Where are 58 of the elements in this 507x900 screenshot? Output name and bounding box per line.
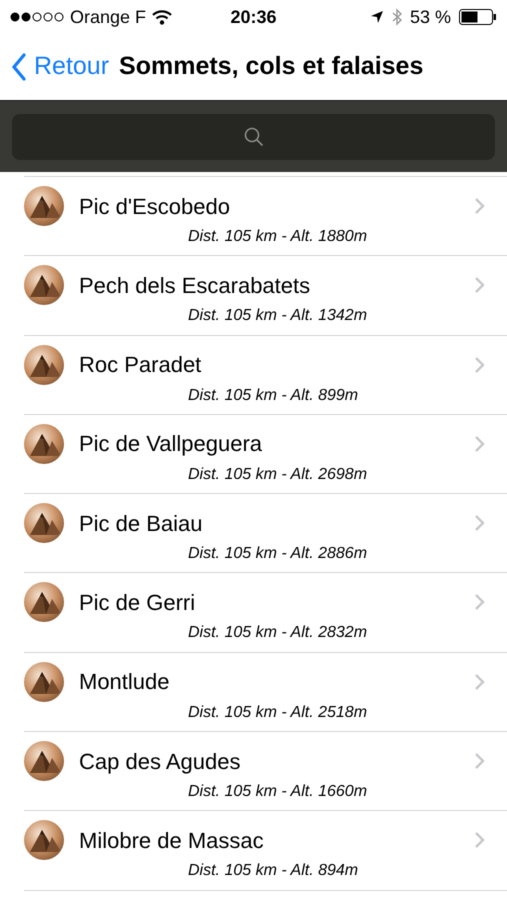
search-field[interactable] <box>12 114 495 160</box>
list-item[interactable]: Montlude Dist. 105 km - Alt. 2518m <box>24 652 507 732</box>
battery-icon <box>459 9 497 25</box>
peak-detail: Dist. 105 km - Alt. 2518m <box>188 702 368 723</box>
peak-detail: Dist. 105 km - Alt. 2698m <box>188 464 368 485</box>
clock-time: 20:36 <box>229 6 278 28</box>
list-item[interactable]: Roc Paradet Dist. 105 km - Alt. 899m <box>24 336 507 415</box>
list-item[interactable]: Milobre de Massac Dist. 105 km - Alt. 894m <box>24 811 507 891</box>
chevron-icon <box>474 356 485 374</box>
peak-name: Montlude <box>79 668 171 696</box>
mountain-icon <box>24 503 64 544</box>
list-item[interactable]: Pic d'Escobedo Dist. 105 km - Alt. 1880m <box>24 177 507 256</box>
mountain-icon <box>24 820 64 860</box>
peak-detail: Dist. 105 km - Alt. 1880m <box>188 227 368 247</box>
peak-detail: Dist. 105 km - Alt. 2832m <box>188 623 368 644</box>
back-button[interactable]: Retour <box>12 48 110 86</box>
list-item[interactable]: Pic de Baiau Dist. 105 km - Alt. 2886m <box>24 494 507 574</box>
page-title: Sommets, cols et falaises <box>119 51 424 82</box>
wifi-icon <box>152 10 172 24</box>
mountain-icon <box>24 582 64 622</box>
peak-detail: Dist. 105 km - Alt. 1660m <box>188 782 368 802</box>
list-item[interactable]: Cap des Agudes Dist. 105 km - Alt. 1660m <box>24 732 507 812</box>
carrier-name: Orange F <box>70 6 146 29</box>
peak-name: Pech dels Escarabatets <box>79 272 312 300</box>
peak-name: Milobre de Massac <box>79 826 265 855</box>
chevron-icon <box>474 276 485 294</box>
mountain-icon <box>24 265 64 306</box>
peak-detail: Dist. 105 km - Alt. 894m <box>188 861 360 882</box>
bluetooth-icon <box>392 8 402 26</box>
mountain-icon <box>24 344 64 385</box>
back-chevron-icon <box>12 53 26 81</box>
mountain-icon <box>24 186 64 226</box>
mountain-icon <box>24 662 64 702</box>
battery-percent: 53 % <box>410 6 451 28</box>
location-arrow-icon <box>370 10 384 24</box>
chevron-icon <box>474 197 485 215</box>
chevron-icon <box>474 514 485 532</box>
chevron-icon <box>474 434 485 453</box>
search-icon <box>244 126 264 146</box>
list-item[interactable]: Pech dels Escarabatets Dist. 105 km - Alt. 1342m <box>24 256 507 336</box>
chevron-icon <box>474 672 485 691</box>
mountain-icon <box>24 741 64 782</box>
peak-name: Pic d'Escobedo <box>79 192 231 220</box>
peak-detail: Dist. 105 km - Alt. 899m <box>188 386 360 406</box>
peak-name: Cap des Agudes <box>79 748 242 776</box>
peak-detail: Dist. 105 km - Alt. 2886m <box>188 544 368 564</box>
peak-name: Pic de Gerri <box>79 588 196 617</box>
list-item[interactable]: Pic de Vallpeguera Dist. 105 km - Alt. 2698m <box>24 414 507 494</box>
peak-detail: Dist. 105 km - Alt. 1342m <box>188 306 368 326</box>
chevron-icon <box>474 593 485 612</box>
signal-icon <box>10 12 64 22</box>
chevron-icon <box>474 752 485 770</box>
peak-name: Pic de Baiau <box>79 510 204 538</box>
peak-name: Pic de Vallpeguera <box>79 430 264 458</box>
peak-name: Roc Paradet <box>79 351 202 380</box>
list-item[interactable]: Pic de Gerri Dist. 105 km - Alt. 2832m <box>24 573 507 653</box>
chevron-icon <box>474 831 485 850</box>
mountain-icon <box>24 424 64 464</box>
